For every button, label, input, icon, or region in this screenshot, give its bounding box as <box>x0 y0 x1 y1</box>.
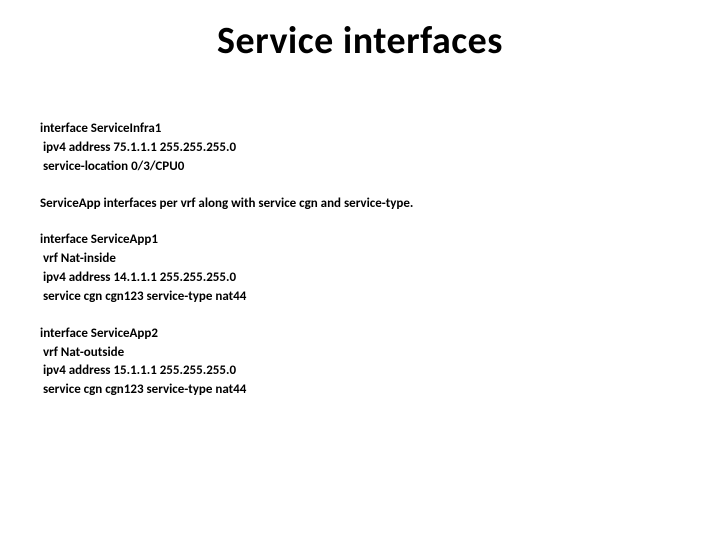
slide-title: Service interfaces <box>0 18 720 64</box>
config-block-infra: interface ServiceInfra1 ipv4 address 75.… <box>40 120 680 177</box>
config-line: ServiceApp interfaces per vrf along with… <box>40 195 680 214</box>
config-line: vrf Nat-outside <box>40 344 680 363</box>
config-line: ipv4 address 15.1.1.1 255.255.255.0 <box>40 362 680 381</box>
config-line: interface ServiceApp1 <box>40 231 680 250</box>
config-line: interface ServiceInfra1 <box>40 120 680 139</box>
config-line: ipv4 address 75.1.1.1 255.255.255.0 <box>40 139 680 158</box>
config-block-app1: interface ServiceApp1 vrf Nat-inside ipv… <box>40 231 680 306</box>
config-line: service cgn cgn123 service-type nat44 <box>40 288 680 307</box>
config-line: service-location 0/3/CPU0 <box>40 158 680 177</box>
config-line: ipv4 address 14.1.1.1 255.255.255.0 <box>40 269 680 288</box>
note-text: ServiceApp interfaces per vrf along with… <box>40 195 680 214</box>
config-line: interface ServiceApp2 <box>40 325 680 344</box>
slide: Service interfaces interface ServiceInfr… <box>0 0 720 540</box>
config-line: service cgn cgn123 service-type nat44 <box>40 381 680 400</box>
slide-body: interface ServiceInfra1 ipv4 address 75.… <box>40 120 680 418</box>
config-block-app2: interface ServiceApp2 vrf Nat-outside ip… <box>40 325 680 400</box>
config-line: vrf Nat-inside <box>40 250 680 269</box>
